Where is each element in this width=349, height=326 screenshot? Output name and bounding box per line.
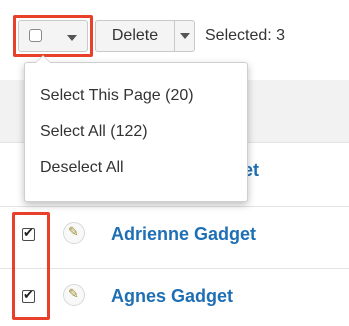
- pencil-icon[interactable]: ✎: [63, 222, 85, 244]
- delete-button[interactable]: Delete: [96, 21, 174, 51]
- pencil-icon[interactable]: ✎: [63, 284, 85, 306]
- mass-select-menu: Select This Page (20) Select All (122) D…: [24, 55, 248, 202]
- selected-count: Selected: 3: [205, 27, 286, 44]
- highlight-box-mass-select: [13, 15, 93, 57]
- record-name-link[interactable]: Agnes Gadget: [111, 286, 233, 307]
- delete-split-button[interactable]: Delete: [95, 20, 195, 52]
- chevron-down-icon[interactable]: [180, 33, 190, 39]
- table-row: ✔ ✎ Adrienne Gadget: [0, 206, 349, 264]
- record-name-link[interactable]: Adrienne Gadget: [111, 224, 256, 245]
- button-separator: [174, 21, 175, 51]
- menu-item-select-this-page[interactable]: Select This Page (20): [40, 87, 194, 105]
- menu-item-deselect-all[interactable]: Deselect All: [40, 159, 124, 177]
- menu-item-select-all[interactable]: Select All (122): [40, 123, 148, 141]
- highlight-box-row-checkboxes: [12, 212, 50, 320]
- table-row: ✔ ✎ Agnes Gadget: [0, 268, 349, 326]
